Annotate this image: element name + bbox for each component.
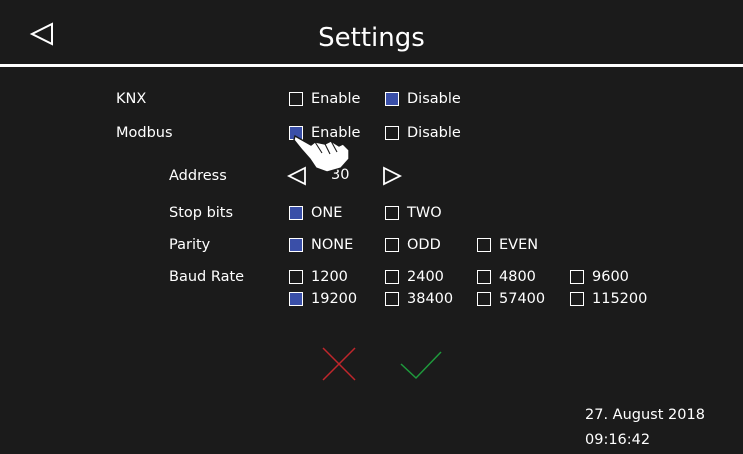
baud-38400-checkbox[interactable]: 38400	[385, 289, 453, 309]
baud-115200-checkbox[interactable]: 115200	[570, 289, 647, 309]
baud-57400-box[interactable]	[477, 292, 491, 306]
baud-9600-box[interactable]	[570, 270, 584, 284]
header-bar: Settings	[0, 0, 743, 64]
date-text: 27. August 2018	[585, 407, 705, 423]
modbus-enable-label: Enable	[311, 125, 361, 141]
knx-enable-label: Enable	[311, 91, 361, 107]
cross-icon[interactable]	[320, 345, 358, 383]
modbus-enable-box[interactable]	[289, 126, 303, 140]
parity-odd-label: ODD	[407, 237, 441, 253]
baud-57400-label: 57400	[499, 291, 546, 307]
knx-disable-box[interactable]	[385, 92, 399, 106]
parity-even-box[interactable]	[477, 238, 491, 252]
modbus-label: Modbus	[116, 125, 173, 141]
baud-57400-checkbox[interactable]: 57400	[477, 289, 545, 309]
stop-bits-one-checkbox[interactable]: ONE	[289, 203, 342, 223]
modbus-disable-label: Disable	[407, 125, 461, 141]
stop-bits-two-label: TWO	[407, 205, 442, 221]
baud-4800-checkbox[interactable]: 4800	[477, 267, 536, 287]
stop-bits-label: Stop bits	[169, 205, 234, 221]
knx-enable-checkbox[interactable]: Enable	[289, 89, 360, 109]
baud-115200-label: 115200	[592, 291, 648, 307]
stop-bits-one-label: ONE	[311, 205, 343, 221]
baud-38400-box[interactable]	[385, 292, 399, 306]
modbus-disable-box[interactable]	[385, 126, 399, 140]
parity-none-box[interactable]	[289, 238, 303, 252]
baud-38400-label: 38400	[407, 291, 454, 307]
checkmark-icon[interactable]	[399, 350, 443, 380]
baud-2400-label: 2400	[407, 269, 444, 285]
parity-none-label: NONE	[311, 237, 354, 253]
knx-enable-box[interactable]	[289, 92, 303, 106]
baud-19200-label: 19200	[311, 291, 358, 307]
baud-4800-box[interactable]	[477, 270, 491, 284]
baud-1200-box[interactable]	[289, 270, 303, 284]
parity-odd-box[interactable]	[385, 238, 399, 252]
decrement-triangle-icon[interactable]	[287, 166, 307, 186]
parity-odd-checkbox[interactable]: ODD	[385, 235, 441, 255]
stop-bits-two-checkbox[interactable]: TWO	[385, 203, 442, 223]
parity-even-checkbox[interactable]: EVEN	[477, 235, 538, 255]
baud-9600-checkbox[interactable]: 9600	[570, 267, 629, 287]
header-divider	[0, 64, 743, 67]
baud-1200-checkbox[interactable]: 1200	[289, 267, 348, 287]
address-value: 30	[331, 167, 350, 183]
knx-disable-label: Disable	[407, 91, 461, 107]
baud-2400-checkbox[interactable]: 2400	[385, 267, 444, 287]
time-text: 09:16:42	[585, 432, 651, 448]
baud-115200-box[interactable]	[570, 292, 584, 306]
baud-1200-label: 1200	[311, 269, 348, 285]
stop-bits-one-box[interactable]	[289, 206, 303, 220]
modbus-disable-checkbox[interactable]: Disable	[385, 123, 461, 143]
baud-19200-checkbox[interactable]: 19200	[289, 289, 357, 309]
baud-rate-label: Baud Rate	[169, 269, 245, 285]
page-title: Settings	[318, 23, 425, 53]
address-label: Address	[169, 168, 227, 184]
baud-19200-box[interactable]	[289, 292, 303, 306]
stop-bits-two-box[interactable]	[385, 206, 399, 220]
knx-disable-checkbox[interactable]: Disable	[385, 89, 461, 109]
parity-even-label: EVEN	[499, 237, 539, 253]
knx-label: KNX	[116, 91, 147, 107]
parity-none-checkbox[interactable]: NONE	[289, 235, 353, 255]
baud-4800-label: 4800	[499, 269, 536, 285]
baud-9600-label: 9600	[592, 269, 629, 285]
modbus-enable-checkbox[interactable]: Enable	[289, 123, 360, 143]
parity-label: Parity	[169, 237, 211, 253]
increment-triangle-icon[interactable]	[382, 166, 402, 186]
baud-2400-box[interactable]	[385, 270, 399, 284]
